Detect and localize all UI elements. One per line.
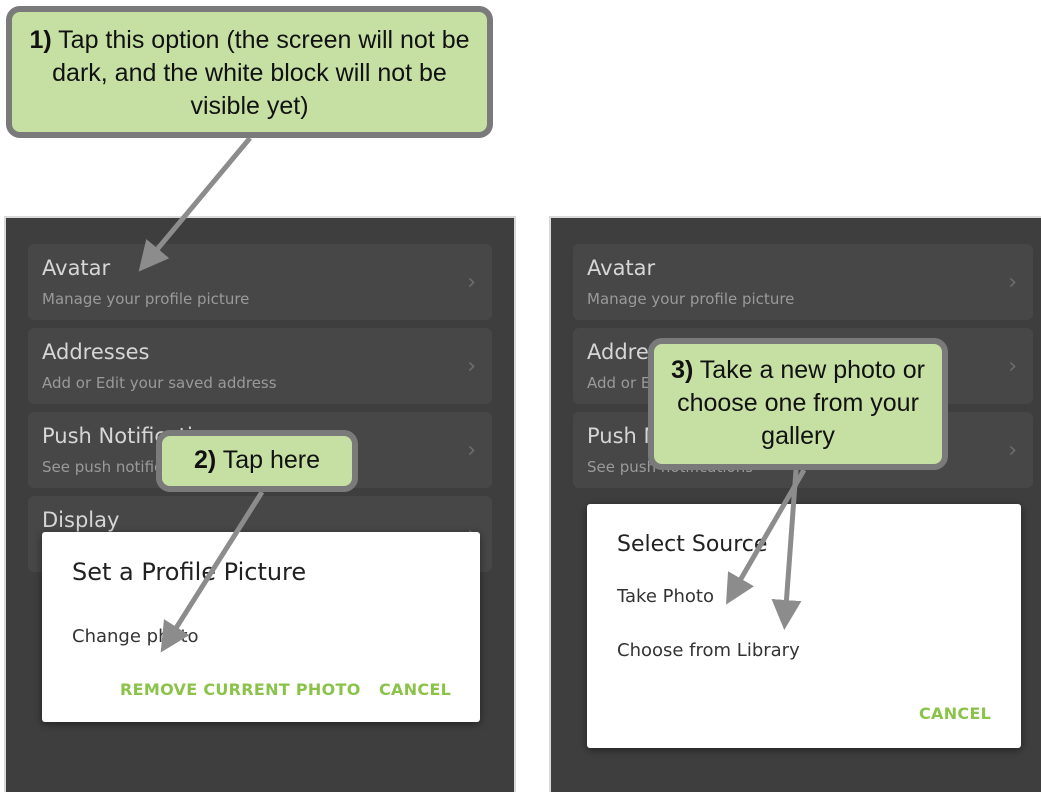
chevron-right-icon: ›: [1008, 354, 1017, 379]
menu-item-title: Avatar: [42, 256, 111, 280]
menu-item-avatar[interactable]: Avatar Manage your profile picture ›: [28, 244, 492, 320]
callout-text: Take a new photo or choose one from your…: [677, 356, 925, 450]
callout-step1: 1) Tap this option (the screen will not …: [6, 6, 493, 138]
callout-step-number: 2): [193, 446, 217, 474]
chevron-right-icon: ›: [467, 438, 476, 463]
callout-step-number: 1): [29, 26, 52, 54]
profile-picture-dialog: Set a Profile Picture Change photo REMOV…: [42, 532, 480, 722]
chevron-right-icon: ›: [467, 354, 476, 379]
menu-item-avatar[interactable]: Avatar Manage your profile picture ›: [573, 244, 1033, 320]
menu-item-title: Addresses: [42, 340, 150, 364]
menu-item-title: Avatar: [587, 256, 656, 280]
chevron-right-icon: ›: [467, 270, 476, 295]
menu-item-title: Display: [42, 508, 120, 532]
menu-item-addresses[interactable]: Addresses Add or Edit your saved address…: [28, 328, 492, 404]
menu-item-subtitle: Manage your profile picture: [42, 290, 250, 308]
select-source-dialog: Select Source Take Photo Choose from Lib…: [587, 504, 1021, 748]
choose-from-library-option[interactable]: Choose from Library: [617, 640, 800, 661]
remove-current-photo-button[interactable]: REMOVE CURRENT PHOTO: [120, 680, 361, 699]
menu-item-subtitle: Manage your profile picture: [587, 290, 795, 308]
callout-step3: 3) Take a new photo or choose one from y…: [648, 338, 948, 470]
cancel-button[interactable]: CANCEL: [379, 680, 451, 699]
menu-item-subtitle: Add or Edit your saved address: [42, 374, 277, 392]
cancel-button[interactable]: CANCEL: [919, 704, 991, 723]
dialog-title: Select Source: [617, 532, 768, 557]
chevron-right-icon: ›: [1008, 270, 1017, 295]
callout-step2: 2) Tap here: [156, 430, 358, 492]
callout-step-number: 3): [671, 356, 694, 384]
change-photo-option[interactable]: Change photo: [72, 626, 199, 647]
take-photo-option[interactable]: Take Photo: [617, 586, 714, 607]
left-phone-screen: Avatar Manage your profile picture › Add…: [4, 216, 516, 792]
right-phone-screen: Avatar Manage your profile picture › Add…: [549, 216, 1041, 792]
callout-text: Tap this option (the screen will not be …: [51, 26, 470, 120]
callout-text: Tap here: [216, 446, 321, 474]
dialog-title: Set a Profile Picture: [72, 558, 307, 586]
chevron-right-icon: ›: [1008, 438, 1017, 463]
